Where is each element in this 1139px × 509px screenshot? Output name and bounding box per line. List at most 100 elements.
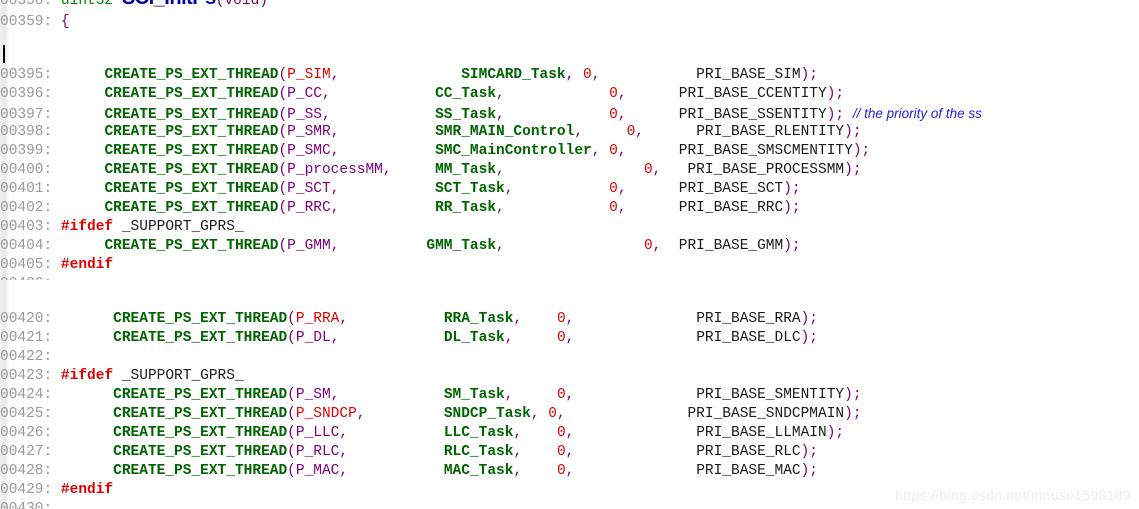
code-token: ( — [287, 463, 296, 479]
code-line[interactable]: 00426: CREATE_PS_EXT_THREAD(P_LLC, LLC_T… — [0, 424, 1139, 443]
code-line[interactable]: 00401: CREATE_PS_EXT_THREAD(P_SCT, SCT_T… — [0, 180, 1139, 199]
code-line[interactable]: 00424: CREATE_PS_EXT_THREAD(P_SM, SM_Tas… — [0, 386, 1139, 405]
code-token: 0 — [583, 67, 592, 83]
line-number: 00425: — [0, 406, 53, 422]
code-line[interactable]: 00398: CREATE_PS_EXT_THREAD(P_SMR, SMR_M… — [0, 123, 1139, 142]
code-token: P_SMC — [287, 143, 331, 159]
code-token: ); — [783, 238, 801, 254]
code-line[interactable]: 00423: #ifdef _SUPPORT_GPRS_ — [0, 367, 1139, 386]
code-line[interactable]: 00406: — [0, 275, 1139, 280]
code-line[interactable]: 00421: CREATE_PS_EXT_THREAD(P_DL, DL_Tas… — [0, 329, 1139, 348]
code-token: , — [530, 406, 540, 422]
code-token: ); — [800, 463, 819, 479]
code-token: PRI_BASE_RRA — [696, 311, 801, 327]
code-token: P_SMR — [287, 124, 331, 140]
code-line[interactable]: 00358: uint32 SCI_InitPs(void) — [0, 0, 1139, 10]
code-token: , — [617, 200, 627, 216]
code-token: , — [321, 86, 331, 102]
code-line[interactable]: 00427: CREATE_PS_EXT_THREAD(P_RLC, RLC_T… — [0, 443, 1139, 462]
code-token: , — [339, 463, 349, 479]
code-token: 0 — [643, 238, 653, 254]
line-number: 00426: — [0, 425, 53, 441]
watermark-text: https://blog.csdn.net/mouse1598189 — [895, 487, 1131, 503]
code-token: CREATE_PS_EXT_THREAD — [104, 200, 279, 216]
code-token: RLC_Task — [443, 444, 514, 460]
code-token: PRI_BASE_SSENTITY — [678, 107, 827, 123]
code-block-top[interactable]: 00358: uint32 SCI_InitPs(void)00359: { — [0, 0, 1139, 34]
code-token: 0 — [556, 425, 566, 441]
code-token: P_GMM — [287, 238, 331, 254]
code-line[interactable]: 00399: CREATE_PS_EXT_THREAD(P_SMC, SMC_M… — [0, 142, 1139, 161]
code-token: LLC_Task — [443, 425, 514, 441]
line-number: 00405: — [0, 257, 53, 273]
code-token: , — [513, 444, 523, 460]
code-token: P_RRC — [287, 200, 331, 216]
code-line[interactable]: 00425: CREATE_PS_EXT_THREAD(P_SNDCP, SND… — [0, 405, 1139, 424]
code-token: PRI_BASE_RRC — [678, 200, 784, 216]
code-line[interactable]: 00403: #ifdef _SUPPORT_GPRS_ — [0, 218, 1139, 237]
code-token: , — [496, 200, 505, 216]
code-line[interactable]: 00404: CREATE_PS_EXT_THREAD(P_GMM, GMM_T… — [0, 237, 1139, 256]
code-line[interactable]: 00395: CREATE_PS_EXT_THREAD(P_SIM, SIMCA… — [0, 66, 1139, 85]
code-token: 0 — [556, 463, 566, 479]
code-token: #ifdef — [60, 368, 114, 384]
code-token: SS_Task — [435, 107, 497, 123]
code-token: MAC_Task — [443, 463, 514, 479]
code-token: PRI_BASE_SCT — [678, 181, 784, 197]
code-line[interactable]: 00420: CREATE_PS_EXT_THREAD(P_RRA, RRA_T… — [0, 310, 1139, 329]
code-line[interactable]: 00405: #endif — [0, 256, 1139, 275]
line-number: 00421: — [0, 330, 53, 346]
code-token: ); — [852, 143, 871, 159]
code-line[interactable]: 00400: CREATE_PS_EXT_THREAD(P_processMM,… — [0, 161, 1139, 180]
code-token: { — [60, 14, 70, 30]
code-token: , — [617, 86, 627, 102]
code-token: PRI_BASE_RLC — [696, 444, 801, 460]
code-block-middle[interactable]: 00395: CREATE_PS_EXT_THREAD(P_SIM, SIMCA… — [0, 66, 1139, 280]
code-token: #endif — [60, 257, 114, 273]
code-line[interactable]: 00422: — [0, 348, 1139, 367]
line-number: 00404: — [0, 238, 53, 254]
code-line[interactable]: 00397: CREATE_PS_EXT_THREAD(P_SS, SS_Tas… — [0, 104, 1139, 123]
code-line[interactable]: 00402: CREATE_PS_EXT_THREAD(P_RRC, RR_Ta… — [0, 199, 1139, 218]
code-line[interactable]: 00396: CREATE_PS_EXT_THREAD(P_CC, CC_Tas… — [0, 85, 1139, 104]
code-token: 0 — [609, 181, 618, 197]
code-line[interactable]: 00359: { — [0, 10, 1139, 34]
code-token: CREATE_PS_EXT_THREAD — [113, 311, 288, 327]
code-block-bottom[interactable]: 00420: CREATE_PS_EXT_THREAD(P_RRA, RRA_T… — [0, 310, 1139, 509]
code-token: P_SCT — [287, 181, 331, 197]
code-token: P_SIM — [287, 67, 331, 83]
code-token: PRI_BASE_LLMAIN — [696, 425, 827, 441]
line-number: 00428: — [0, 463, 53, 479]
line-number: 00424: — [0, 387, 53, 403]
code-token: , — [356, 406, 366, 422]
code-token: CREATE_PS_EXT_THREAD — [104, 86, 279, 102]
code-token: // the priority of the ss — [852, 106, 982, 121]
code-viewer[interactable]: 00358: uint32 SCI_InitPs(void)00359: { 0… — [0, 0, 1139, 509]
code-line[interactable]: 00428: CREATE_PS_EXT_THREAD(P_MAC, MAC_T… — [0, 462, 1139, 481]
code-token: ( — [287, 444, 296, 460]
